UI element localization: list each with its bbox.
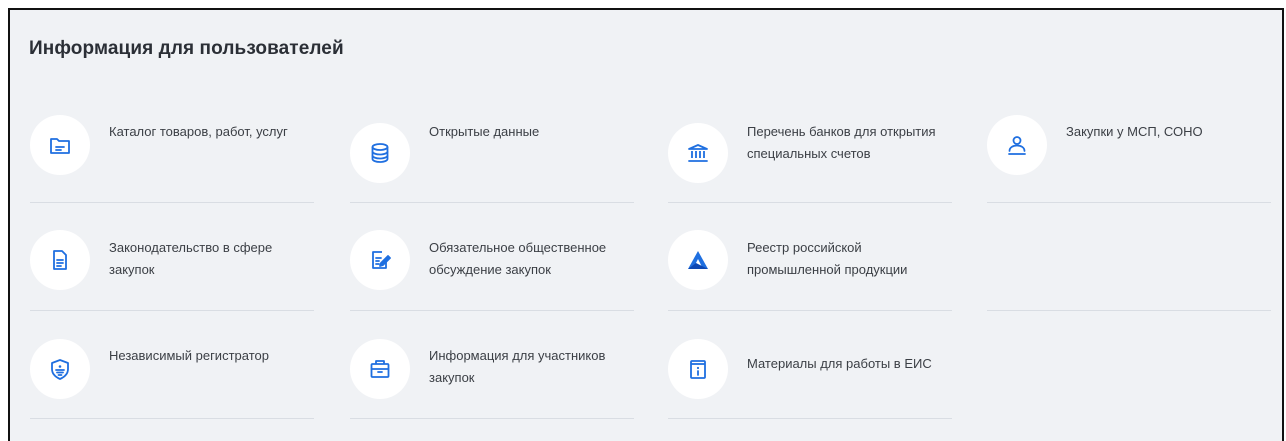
database-icon bbox=[350, 123, 410, 183]
info-book-icon bbox=[668, 339, 728, 399]
shield-icon bbox=[30, 339, 90, 399]
triangle-logo-icon bbox=[668, 230, 728, 290]
document-icon bbox=[30, 230, 90, 290]
tile-label: Перечень банков для открытия специальных… bbox=[747, 124, 936, 161]
user-icon bbox=[987, 115, 1047, 175]
divider bbox=[668, 418, 952, 419]
tile-industrial-registry[interactable]: Реестр российской промышленной продукции bbox=[668, 203, 952, 311]
tile-label: Независимый регистратор bbox=[109, 348, 269, 363]
tile-participants-info[interactable]: Информация для участников закупок bbox=[350, 311, 634, 419]
tile-legislation[interactable]: Законодательство в сфере закупок bbox=[30, 203, 314, 311]
section-title: Информация для пользователей bbox=[29, 38, 344, 59]
tile-label: Материалы для работы в ЕИС bbox=[747, 356, 932, 371]
tile-independent-registrar[interactable]: Независимый регистратор bbox=[30, 311, 314, 419]
tile-catalog[interactable]: Каталог товаров, работ, услуг bbox=[30, 95, 314, 203]
tile-label: Обязательное общественное обсуждение зак… bbox=[429, 240, 607, 277]
tile-banks-list[interactable]: Перечень банков для открытия специальных… bbox=[668, 95, 952, 203]
folder-icon bbox=[30, 115, 90, 175]
tile-smp-purchases[interactable]: Закупки у МСП, СОНО bbox=[987, 95, 1271, 203]
briefcase-icon bbox=[350, 339, 410, 399]
edit-document-icon bbox=[350, 230, 410, 290]
users-info-panel: Информация для пользователей Каталог тов… bbox=[8, 8, 1284, 441]
divider bbox=[987, 310, 1271, 311]
divider bbox=[350, 418, 634, 419]
tile-public-discussion[interactable]: Обязательное общественное обсуждение зак… bbox=[350, 203, 634, 311]
divider bbox=[30, 418, 314, 419]
tile-label: Законодательство в сфере закупок bbox=[109, 240, 273, 277]
empty-cell bbox=[987, 203, 1271, 311]
tile-label: Закупки у МСП, СОНО bbox=[1066, 124, 1203, 139]
tile-label: Реестр российской промышленной продукции bbox=[747, 240, 908, 277]
tile-open-data[interactable]: Открытые данные bbox=[350, 95, 634, 203]
bank-icon bbox=[668, 123, 728, 183]
tile-label: Каталог товаров, работ, услуг bbox=[109, 124, 288, 139]
tile-label: Информация для участников закупок bbox=[429, 348, 606, 385]
tile-eis-materials[interactable]: Материалы для работы в ЕИС bbox=[668, 311, 952, 419]
tile-label: Открытые данные bbox=[429, 124, 540, 139]
